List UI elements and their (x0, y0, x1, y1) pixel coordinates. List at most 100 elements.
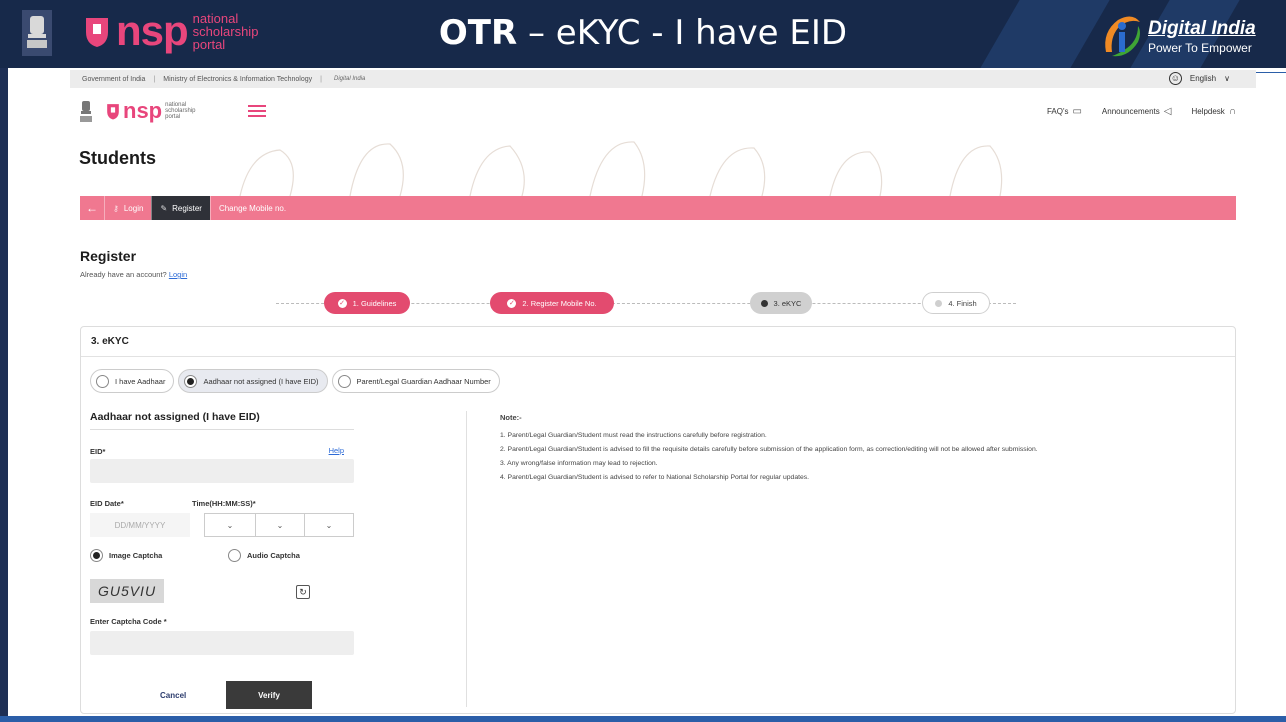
helpdesk-link[interactable]: Helpdesk ∩ (1191, 106, 1236, 117)
verify-button[interactable]: Verify (226, 681, 312, 709)
option-label: I have Aadhaar (115, 376, 166, 386)
register-subtext-label: Already have an account? (80, 270, 167, 279)
gov-separator: | (153, 75, 156, 83)
chevron-down-icon: ⌄ (276, 520, 284, 530)
register-title: Register (80, 248, 137, 264)
audio-captcha-option[interactable]: Audio Captcha (228, 549, 300, 562)
register-subtext: Already have an account? Login (80, 270, 187, 279)
slide-banner: nsp national scholarship portal OTR – eK… (0, 0, 1286, 68)
faq-label: FAQ's (1046, 107, 1069, 116)
chat-icon: ▭ (1072, 106, 1082, 117)
help-link[interactable]: Help (329, 446, 344, 455)
key-icon: ⚷ (113, 203, 119, 213)
image-captcha-label: Image Captcha (109, 551, 163, 560)
gov-link[interactable]: Government of India (82, 76, 145, 83)
eid-form: Aadhaar not assigned (I have EID) EID* H… (90, 411, 354, 711)
minute-select[interactable]: ⌄ (255, 513, 305, 537)
option-label: Parent/Legal Guardian Aadhaar Number (356, 376, 491, 386)
nav-login-label: Login (123, 203, 144, 213)
note-line: 2. Parent/Legal Guardian/Student is advi… (500, 446, 1038, 453)
eid-date-input[interactable]: DD/MM/YYYY (90, 513, 190, 537)
radio-icon[interactable] (228, 549, 241, 562)
menu-icon[interactable] (248, 105, 266, 119)
nav-change-mobile[interactable]: Change Mobile no. (209, 196, 294, 220)
second-select[interactable]: ⌄ (304, 513, 354, 537)
slide-title-rest: – eKYC - I have EID (517, 13, 848, 53)
slide-title-bold: OTR (438, 13, 518, 53)
captcha-code-input[interactable] (90, 631, 354, 655)
notes-panel: Note:- 1. Parent/Legal Guardian/Student … (500, 413, 1200, 488)
digital-india-mini-logo[interactable]: Digital India (334, 76, 365, 82)
eid-input[interactable] (90, 459, 354, 483)
digital-india-tagline: Power To Empower (1148, 41, 1252, 55)
radio-icon[interactable] (184, 374, 198, 388)
gov-separator: | (320, 75, 322, 83)
hour-select[interactable]: ⌄ (204, 513, 256, 537)
captcha-image: GU5VIU (90, 579, 164, 603)
captcha-code-label: Enter Captcha Code * (90, 617, 167, 626)
chevron-down-icon: ∨ (1224, 74, 1230, 83)
notes-title: Note:- (500, 413, 522, 422)
faq-link[interactable]: FAQ's ▭ (1047, 106, 1082, 117)
frame-left (0, 68, 8, 722)
note-line: 3. Any wrong/false information may lead … (500, 460, 658, 467)
cancel-button[interactable]: Cancel (160, 691, 186, 700)
portal-logo[interactable]: nsp national scholarship portal (106, 100, 195, 122)
portal-logo-subtitle: national scholarship portal (165, 102, 195, 120)
step-label: 1. Guidelines (352, 298, 397, 308)
refresh-icon[interactable]: ↻ (296, 585, 310, 599)
radio-icon[interactable] (337, 374, 351, 388)
language-selector[interactable]: ☺ English ∨ (1168, 72, 1230, 85)
option-have-aadhaar[interactable]: I have Aadhaar (90, 369, 175, 393)
step-register-mobile: ✓ 2. Register Mobile No. (490, 292, 614, 314)
language-label: English (1189, 74, 1217, 83)
form-title: Aadhaar not assigned (I have EID) (90, 411, 354, 430)
time-label: Time(HH:MM:SS)* (192, 499, 256, 508)
radio-icon[interactable] (96, 374, 109, 388)
stepper: ✓ 1. Guidelines ✓ 2. Register Mobile No.… (276, 292, 1036, 314)
login-link[interactable]: Login (169, 270, 187, 279)
portal-logo-icon (107, 104, 119, 120)
step-guidelines: ✓ 1. Guidelines (324, 292, 410, 314)
portal-header: nsp national scholarship portal FAQ's ▭ … (70, 88, 1256, 196)
frame-line (1252, 72, 1286, 73)
menu-bar (248, 105, 266, 107)
note-line: 4. Parent/Legal Guardian/Student is advi… (500, 474, 810, 481)
step-label: 4. Finish (948, 298, 977, 308)
ministry-link[interactable]: Ministry of Electronics & Information Te… (163, 76, 312, 83)
step-ekyc: 3. eKYC (750, 292, 812, 314)
gov-bar: Government of India | Ministry of Electr… (70, 70, 1256, 88)
step-label: 3. eKYC (773, 298, 802, 308)
radio-icon[interactable] (90, 549, 103, 562)
nav-change-mobile-label: Change Mobile no. (218, 203, 287, 213)
headset-icon: ∩ (1228, 106, 1236, 117)
option-have-eid[interactable]: Aadhaar not assigned (I have EID) (178, 369, 328, 393)
chevron-down-icon: ⌄ (325, 520, 333, 530)
back-arrow-icon[interactable]: ← (80, 201, 104, 215)
note-line: 1. Parent/Legal Guardian/Student must re… (500, 432, 767, 439)
digital-india-icon (1105, 16, 1140, 57)
option-guardian-aadhaar[interactable]: Parent/Legal Guardian Aadhaar Number (331, 369, 500, 393)
nav-login[interactable]: ⚷ Login (104, 196, 151, 220)
page-section-title: Students (79, 148, 157, 168)
digital-india-name: Digital India (1148, 18, 1256, 39)
menu-bar (248, 110, 266, 112)
ekyc-card: 3. eKYC I have Aadhaar Aadhaar not assig… (80, 326, 1236, 714)
eid-date-label: EID Date* (90, 499, 124, 508)
helpdesk-label: Helpdesk (1191, 107, 1225, 116)
accessibility-icon[interactable]: ☺ (1168, 72, 1182, 85)
digital-india-logo: Digital India Power To Empower (1098, 12, 1268, 60)
nav-register[interactable]: ✎ Register (151, 196, 210, 220)
form-divider (466, 411, 467, 707)
portal-logo-text: nsp (123, 98, 163, 123)
announcements-label: Announcements (1101, 107, 1160, 116)
card-header: 3. eKYC (81, 327, 1235, 357)
frame-bottom (0, 716, 1286, 722)
announcements-link[interactable]: Announcements ◁ (1102, 106, 1172, 117)
nav-bar: ← ⚷ Login ✎ Register Change Mobile no. (80, 196, 1236, 220)
step-finish: 4. Finish (922, 292, 990, 314)
image-captcha-option[interactable]: Image Captcha (90, 549, 162, 562)
option-label: Aadhaar not assigned (I have EID) (203, 376, 319, 386)
top-links: FAQ's ▭ Announcements ◁ Helpdesk ∩ (1027, 106, 1236, 117)
small-emblem-icon (80, 101, 92, 122)
